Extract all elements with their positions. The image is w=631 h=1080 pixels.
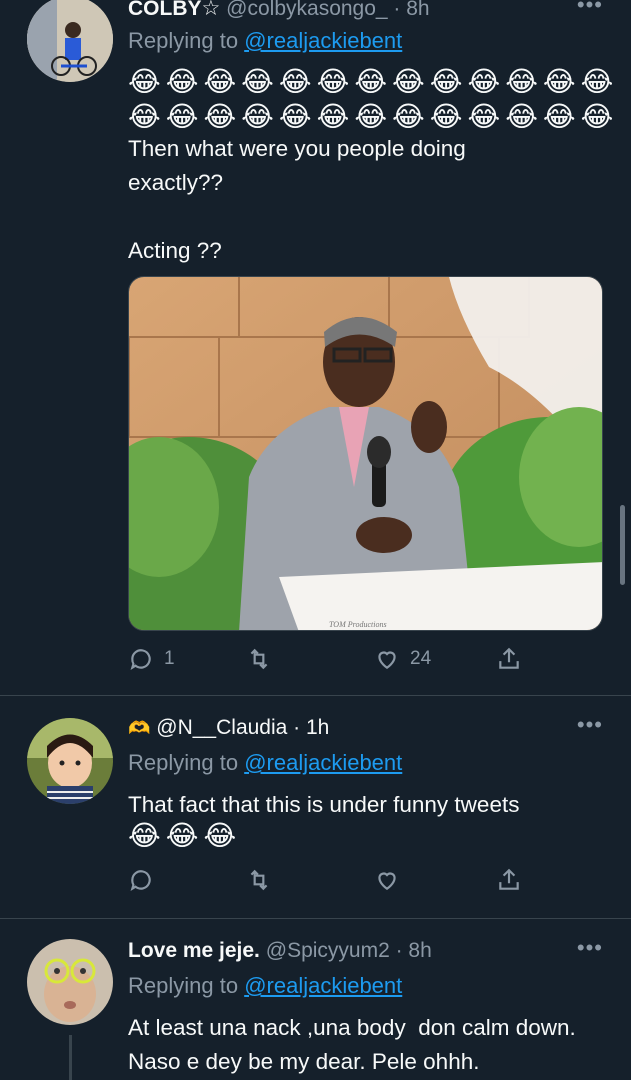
emoji-row: 😂 😂 😂 😂 😂 😂 😂 😂 😂 😂 😂 😂 😂 [128, 101, 613, 133]
tweet-text: That fact that this is under funny tweet… [128, 792, 520, 817]
tweet-actions [128, 867, 528, 897]
tweet-header: COLBY☆ @colbykasongo_ · 8h [128, 0, 551, 21]
more-icon[interactable]: ••• [577, 712, 603, 738]
tweet-colby[interactable]: COLBY☆ @colbykasongo_ · 8h ••• Replying … [0, 0, 631, 695]
display-name-icon[interactable]: 🫶 [128, 718, 150, 738]
laughing-tears-emoji: 😂 [203, 820, 237, 851]
reply-button[interactable] [128, 867, 154, 893]
avatar-image [27, 718, 113, 804]
laughing-tears-emoji: 😂 [278, 66, 312, 97]
laughing-tears-emoji: 😂 [241, 101, 274, 132]
laughing-tears-emoji: 😂 [505, 101, 538, 132]
heart-icon [378, 872, 396, 890]
laughing-tears-emoji: 😂 [542, 66, 576, 97]
reply-icon [130, 649, 151, 671]
tweet-spicyyum[interactable]: Love me jeje. @Spicyyum2 · 8h ••• Replyi… [0, 919, 631, 1080]
laughing-tears-emoji: 😂 [165, 820, 199, 851]
like-button[interactable] [374, 867, 400, 893]
laughing-tears-emoji: 😂 [241, 66, 274, 97]
laughing-tears-emoji: 😂 [316, 101, 350, 132]
handle-time[interactable]: @colbykasongo_ · 8h [226, 0, 429, 20]
reply-icon [130, 870, 151, 892]
laughing-tears-emoji: 😂 [392, 101, 425, 132]
tweet-image[interactable]: TOM Productions [128, 276, 603, 631]
replying-to: Replying to @realjackiebent [128, 28, 403, 53]
laughing-tears-emoji: 😂 [354, 101, 388, 132]
tweet-claudia[interactable]: 🫶 @N__Claudia · 1h ••• Replying to @real… [0, 696, 631, 918]
share-button[interactable] [496, 867, 522, 893]
reply-count: 1 [164, 648, 175, 669]
laughing-tears-emoji: 😂 [542, 101, 576, 132]
like-button[interactable]: 24 [374, 646, 431, 672]
replying-handle-link[interactable]: @realjackiebent [244, 973, 402, 998]
scrollbar[interactable] [620, 505, 625, 585]
replying-handle-link[interactable]: @realjackiebent [244, 28, 402, 53]
replying-to: Replying to @realjackiebent [128, 973, 403, 998]
laughing-tears-emoji: 😂 [128, 66, 161, 97]
replying-to: Replying to @realjackiebent [128, 750, 403, 775]
retweet-icon [250, 869, 268, 891]
laughing-tears-emoji: 😂 [128, 820, 161, 851]
reply-button[interactable]: 1 [128, 646, 175, 672]
laughing-tears-emoji: 😂 [165, 101, 199, 132]
laughing-tears-emoji: 😂 [354, 66, 388, 97]
laughing-tears-emoji: 😂 [580, 66, 614, 97]
tweet-header: 🫶 @N__Claudia · 1h [128, 716, 551, 740]
tweet-text: Then what were you people doing exactly?… [128, 136, 466, 263]
laughing-tears-emoji: 😂 [429, 101, 463, 132]
emoji-row: 😂 😂 😂 😂 😂 😂 😂 😂 😂 😂 😂 😂 😂 [128, 66, 613, 98]
laughing-tears-emoji: 😂 [429, 66, 463, 97]
laughing-tears-emoji: 😂 [580, 101, 614, 132]
laughing-tears-emoji: 😂 [467, 101, 501, 132]
handle-time[interactable]: @N__Claudia · 1h [156, 716, 329, 739]
photo-man-with-microphone: TOM Productions [129, 277, 602, 630]
handle-time[interactable]: @Spicyyum2 · 8h [266, 939, 432, 962]
share-button[interactable] [496, 646, 522, 672]
avatar[interactable] [27, 939, 113, 1025]
heart-icon [378, 651, 396, 669]
share-icon [499, 868, 519, 890]
avatar[interactable] [27, 0, 113, 82]
tweet-text: At least una nack ,una body don calm dow… [128, 1015, 589, 1074]
laughing-tears-emoji: 😂 [316, 66, 350, 97]
avatar[interactable] [27, 718, 113, 804]
more-icon[interactable]: ••• [577, 0, 603, 18]
thread-line [69, 1035, 72, 1080]
replying-handle-link[interactable]: @realjackiebent [244, 750, 402, 775]
share-icon [499, 647, 519, 669]
more-icon[interactable]: ••• [577, 935, 603, 961]
display-name[interactable]: Love me jeje. [128, 939, 260, 962]
watermark-text: TOM Productions [329, 620, 387, 629]
like-count: 24 [410, 648, 432, 669]
laughing-tears-emoji: 😂 [392, 66, 425, 97]
tweet-actions: 1 24 [128, 646, 528, 676]
laughing-tears-emoji: 😂 [278, 101, 312, 132]
laughing-tears-emoji: 😂 [203, 66, 237, 97]
retweet-icon [250, 648, 268, 670]
avatar-image [27, 939, 113, 1025]
retweet-button[interactable] [246, 646, 272, 672]
retweet-button[interactable] [246, 867, 272, 893]
avatar-image [27, 0, 113, 82]
tweet-thread: COLBY☆ @colbykasongo_ · 8h ••• Replying … [0, 0, 631, 1080]
tweet-header: Love me jeje. @Spicyyum2 · 8h [128, 939, 551, 963]
laughing-tears-emoji: 😂 [128, 101, 161, 132]
laughing-tears-emoji: 😂 [467, 66, 501, 97]
emoji-row: 😂 😂 😂 [128, 820, 236, 852]
display-name[interactable]: COLBY☆ [128, 0, 220, 20]
laughing-tears-emoji: 😂 [165, 66, 199, 97]
laughing-tears-emoji: 😂 [203, 101, 237, 132]
laughing-tears-emoji: 😂 [505, 66, 538, 97]
